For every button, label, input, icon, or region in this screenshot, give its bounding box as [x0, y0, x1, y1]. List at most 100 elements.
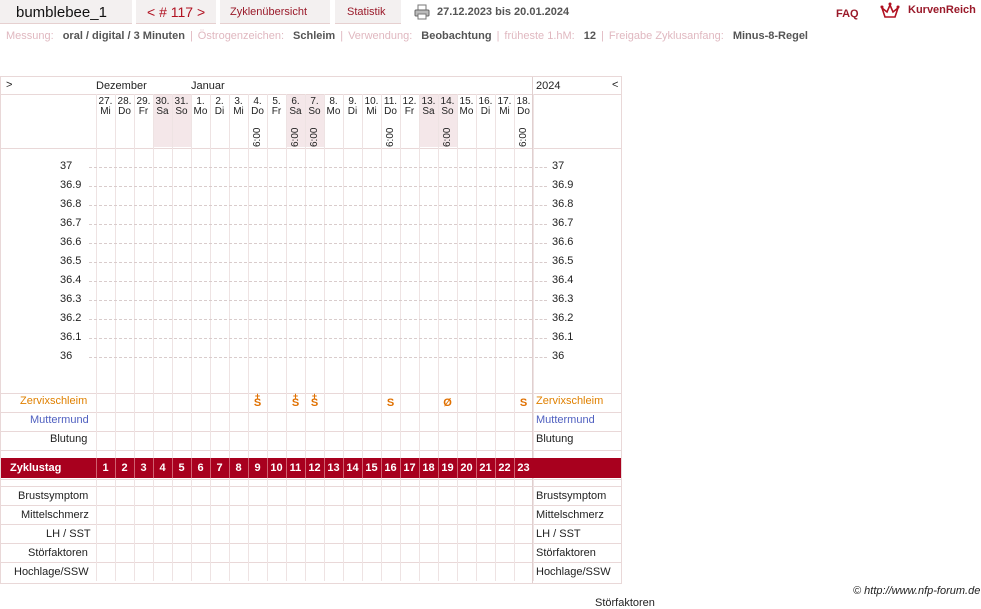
row-label-muttermund-right: Muttermund [536, 414, 595, 426]
copyright[interactable]: © http://www.nfp-forum.de [853, 585, 980, 597]
temp-label-right: 36.8 [552, 198, 574, 210]
temp-gridline [535, 281, 547, 282]
stoerfaktoren-legend: Störfaktoren [595, 597, 655, 609]
printer-icon[interactable] [414, 4, 430, 20]
measurement-time: 6:00 [290, 127, 301, 147]
row-label-muttermund: Muttermund [30, 414, 89, 426]
cycle-day-number: 2 [121, 462, 128, 474]
cycle-day-number: 19 [441, 462, 454, 474]
day-weekday: Sa [289, 106, 302, 117]
row-label-mittelschmerz: Mittelschmerz [21, 509, 89, 521]
day-weekday: Di [480, 106, 491, 117]
temp-label-right: 36.1 [552, 331, 574, 343]
day-weekday: So [441, 106, 454, 117]
temp-label: 36.7 [60, 217, 82, 229]
year-label: 2024 [536, 80, 561, 92]
cycle-day-number: 22 [498, 462, 511, 474]
day-weekday: Do [251, 106, 264, 117]
nav-next-arrow[interactable]: > [6, 79, 12, 91]
row-label-hochlage-right: Hochlage/SSW [536, 566, 611, 578]
release-label: Freigabe Zyklusanfang: [608, 30, 724, 42]
cervix-mark[interactable]: Ø [438, 397, 457, 409]
cycle-day-number: 20 [460, 462, 473, 474]
cervix-mark[interactable]: S [381, 397, 400, 409]
grid-hline [1, 543, 621, 544]
day-weekday: Di [214, 106, 225, 117]
temp-gridline [535, 186, 547, 187]
measurement-time: 6:00 [309, 127, 320, 147]
kurvenreich-logo-icon[interactable] [880, 2, 900, 20]
cycle-nav-label[interactable]: < # 117 > [147, 4, 205, 20]
separator: | [340, 30, 344, 42]
grid-hline [1, 412, 621, 413]
faq-link[interactable]: FAQ [836, 8, 859, 20]
temp-gridline [535, 243, 547, 244]
temp-label: 36.9 [60, 179, 82, 191]
measurement-time: 6:00 [252, 127, 263, 147]
temp-label: 36.6 [60, 236, 82, 248]
row-label-zervixschleim: Zervixschleim [20, 395, 88, 407]
grid-hline [1, 148, 621, 149]
day-weekday: Di [347, 106, 358, 117]
cycle-chart: > < Dezember Januar 2024 27. Mi 28. Do 29. Fr… [0, 76, 622, 584]
day-weekday: So [308, 106, 321, 117]
day-weekday: Do [118, 106, 131, 117]
temp-label: 36.8 [60, 198, 82, 210]
day-weekday: Fr [404, 106, 415, 117]
grid-vline [533, 94, 534, 581]
cycle-day-number: 17 [403, 462, 416, 474]
day-weekday: Mo [193, 106, 208, 117]
temp-gridline [89, 243, 532, 244]
day-weekday: Mi [100, 106, 111, 117]
day-weekday: Sa [156, 106, 169, 117]
row-label-brustsymptom: Brustsymptom [18, 490, 89, 502]
grid-hline [1, 524, 621, 525]
day-weekday: Mo [326, 106, 341, 117]
tab-cycle-overview[interactable]: Zyklenübersicht [220, 0, 330, 24]
cycle-day-bar: Zyklustag 1 2 3 4 5 6 7 8 9 10 11 12 13 14 15 16 17 18 19 2… [1, 458, 621, 478]
cycle-day-number: 18 [422, 462, 435, 474]
row-label-hochlage: Hochlage/SSW [14, 566, 89, 578]
day-weekday: Fr [271, 106, 282, 117]
cycle-day-number: 23 [517, 462, 530, 474]
logo-text[interactable]: KurvenReich [908, 4, 976, 16]
temp-gridline [89, 281, 532, 282]
temp-gridline [535, 224, 547, 225]
tab-statistics-label[interactable]: Statistik [347, 6, 386, 18]
row-label-stoerfaktoren: Störfaktoren [28, 547, 88, 559]
cycle-day-number: 10 [270, 462, 283, 474]
cycle-navigation[interactable]: < # 117 > [136, 0, 216, 24]
cervix-plus-mark: + [254, 391, 261, 401]
cycle-day-number: 6 [197, 462, 204, 474]
cycle-day-number: 16 [384, 462, 397, 474]
day-weekday: Mi [233, 106, 244, 117]
measurement-time: 6:00 [385, 127, 396, 147]
tab-statistics[interactable]: Statistik [335, 0, 401, 24]
temp-gridline [89, 338, 532, 339]
earliest-label: früheste 1.hM: [504, 30, 575, 42]
temp-label-right: 36.2 [552, 312, 574, 324]
temp-gridline [535, 205, 547, 206]
day-weekday: Do [517, 106, 530, 117]
temp-gridline [535, 338, 547, 339]
row-label-mittelschmerz-right: Mittelschmerz [536, 509, 604, 521]
row-label-zervixschleim-right: Zervixschleim [536, 395, 604, 407]
row-label-blutung: Blutung [50, 433, 88, 445]
temp-gridline [89, 319, 532, 320]
measurement-time: 6:00 [442, 127, 453, 147]
temp-gridline [89, 300, 532, 301]
date-range: 27.12.2023 bis 20.01.2024 [437, 6, 570, 18]
day-weekday: Fr [138, 106, 149, 117]
temp-label: 36.1 [60, 331, 82, 343]
grid-vline-right [532, 77, 533, 583]
tab-cycle-overview-label[interactable]: Zyklenübersicht [230, 6, 307, 18]
temp-label-right: 36.7 [552, 217, 574, 229]
temp-gridline [89, 357, 532, 358]
cervix-mark[interactable]: S [514, 397, 533, 409]
day-weekday: Mi [499, 106, 510, 117]
temp-label: 36.3 [60, 293, 82, 305]
month-label: Dezember [96, 80, 147, 92]
temp-label: 36 [60, 350, 73, 362]
earliest-value: 12 [583, 30, 596, 42]
nav-prev-arrow[interactable]: < [612, 79, 618, 91]
